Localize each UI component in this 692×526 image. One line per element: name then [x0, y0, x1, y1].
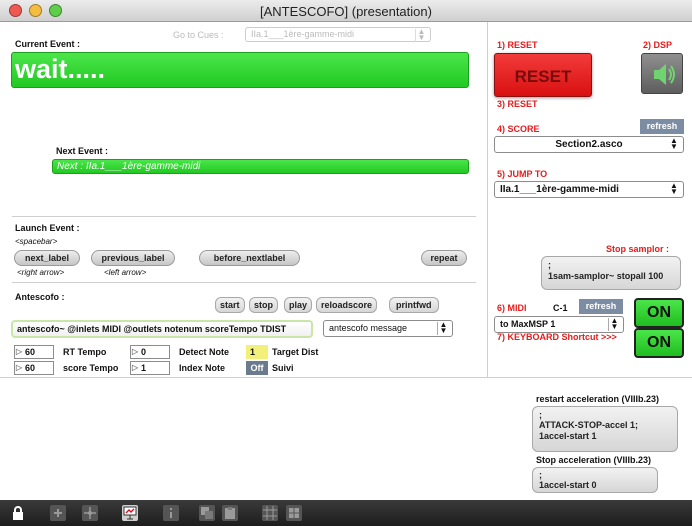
move-icon[interactable]: [82, 505, 98, 521]
before-nextlabel-button[interactable]: before_nextlabel: [199, 250, 300, 266]
reset3-step-label: 3) RESET: [497, 99, 538, 109]
midi-step-label: 6) MIDI: [497, 303, 527, 313]
score-file-value: Section2.asco: [555, 139, 623, 150]
target-dist-number: 1: [246, 345, 268, 359]
info-icon[interactable]: [163, 505, 179, 521]
next-event-label: Next Event :: [56, 146, 109, 156]
plus-icon[interactable]: [50, 505, 66, 521]
rt-tempo-label: RT Tempo: [63, 347, 107, 357]
title-bar: [ANTESCOFO] (presentation): [0, 0, 692, 22]
patcher-canvas: Current Event : Go to Cues : IIa.1___1èr…: [0, 22, 692, 500]
midi-output-menu[interactable]: to MaxMSP 1 ▲ ▼: [494, 316, 624, 333]
restart-line3: 1accel-start 1: [539, 431, 597, 441]
next-label-button[interactable]: next_label: [14, 250, 80, 266]
restart-line2: ATTACK-STOP-accel 1;: [539, 420, 639, 430]
keyboard-on-button[interactable]: ON: [634, 328, 684, 358]
goto-cues-value: IIa.1___1ère-gamme-midi: [251, 29, 355, 39]
antescofo-object-text: antescofo~ @inlets MIDI @outlets notenum…: [17, 324, 287, 334]
reset-button-label: RESET: [514, 67, 572, 86]
current-event-display: wait.....: [11, 52, 469, 88]
reset-step-label: 1) RESET: [497, 40, 538, 50]
launch-divider: [12, 216, 476, 217]
stop-acceleration-message[interactable]: ; 1accel-start 0: [532, 467, 658, 493]
current-event-value: wait.....: [15, 54, 106, 84]
midi-on-button[interactable]: ON: [634, 298, 684, 328]
stop-samplor-label: Stop samplor :: [606, 244, 670, 254]
copy-icon[interactable]: [199, 505, 215, 521]
goto-cues-menu[interactable]: IIa.1___1ère-gamme-midi ▲ ▼: [245, 27, 431, 42]
midi-channel-label: C-1: [553, 303, 568, 313]
midi-output-value: to MaxMSP 1: [500, 319, 556, 329]
antescofo-divider: [12, 282, 476, 283]
next-event-value: Next : IIa.1___1ère-gamme-midi: [57, 161, 201, 172]
reset-button[interactable]: RESET: [494, 53, 592, 97]
chevron-updown-icon: ▲ ▼: [437, 321, 449, 335]
target-dist-label: Target Dist: [272, 347, 319, 357]
score-step-label: 4) SCORE: [497, 124, 540, 134]
suivi-toggle[interactable]: Off: [246, 361, 268, 375]
dsp-button[interactable]: [641, 53, 683, 94]
stop-samplor-line2: 1sam-samplor~ stopall 100: [548, 271, 664, 281]
goto-cues-label: Go to Cues :: [173, 30, 224, 40]
index-note-label: Index Note: [179, 363, 226, 373]
speaker-icon: [654, 64, 675, 85]
reloadscore-button[interactable]: reloadscore: [316, 297, 378, 313]
current-event-label: Current Event :: [15, 39, 81, 49]
score-file-menu[interactable]: Section2.asco ▲ ▼: [494, 136, 684, 153]
play-button[interactable]: play: [284, 297, 313, 313]
restart-line1: ;: [539, 410, 542, 420]
midi-refresh-button[interactable]: refresh: [579, 299, 623, 314]
jump-to-menu[interactable]: IIa.1___1ère-gamme-midi ▲ ▼: [494, 181, 684, 198]
dsp-step-label: 2) DSP: [643, 40, 673, 50]
patcher-toolbar: [0, 500, 692, 526]
next-event-display: Next : IIa.1___1ère-gamme-midi: [52, 159, 469, 174]
launch-event-label: Launch Event :: [15, 223, 80, 233]
presentation-icon[interactable]: [122, 505, 138, 521]
keyboard-shortcut-label: 7) KEYBOARD Shortcut >>>: [497, 332, 617, 342]
stop-button[interactable]: stop: [249, 297, 278, 313]
stop-samplor-line1: ;: [548, 260, 551, 270]
previous-label-button[interactable]: previous_label: [91, 250, 175, 266]
paste-icon[interactable]: [222, 505, 238, 521]
right-arrow-hint: <right arrow>: [17, 268, 65, 277]
score-tempo-number[interactable]: 60: [14, 361, 54, 375]
score-refresh-button[interactable]: refresh: [640, 119, 684, 134]
stop-line1: ;: [539, 470, 542, 480]
antescofo-message-value: antescofo message: [329, 323, 408, 333]
jump-to-value: IIa.1___1ère-gamme-midi: [500, 184, 619, 195]
window-title: [ANTESCOFO] (presentation): [260, 4, 432, 19]
column-divider: [487, 22, 488, 377]
bottom-divider: [0, 377, 692, 378]
antescofo-object-box[interactable]: antescofo~ @inlets MIDI @outlets notenum…: [11, 320, 313, 338]
index-note-number[interactable]: 1: [130, 361, 170, 375]
grid-icon[interactable]: [262, 505, 278, 521]
spacebar-hint: <spacebar>: [15, 237, 58, 246]
stop-samplor-message[interactable]: ; 1sam-samplor~ stopall 100: [541, 256, 681, 290]
restart-acceleration-message[interactable]: ; ATTACK-STOP-accel 1; 1accel-start 1: [532, 406, 678, 452]
score-tempo-label: score Tempo: [63, 363, 119, 373]
left-arrow-hint: <left arrow>: [104, 268, 147, 277]
stop-line2: 1accel-start 0: [539, 480, 597, 490]
antescofo-label: Antescofo :: [15, 292, 65, 302]
rt-tempo-number[interactable]: 60: [14, 345, 54, 359]
printfwd-button[interactable]: printfwd: [389, 297, 439, 313]
chevron-updown-icon: ▲ ▼: [415, 28, 427, 42]
chevron-updown-icon: ▲ ▼: [608, 317, 620, 331]
detect-note-label: Detect Note: [179, 347, 230, 357]
lock-icon[interactable]: [10, 505, 26, 521]
chevron-updown-icon: ▲ ▼: [670, 181, 678, 196]
snap-icon[interactable]: [286, 505, 302, 521]
repeat-button[interactable]: repeat: [421, 250, 467, 266]
start-button[interactable]: start: [215, 297, 245, 313]
chevron-updown-icon: ▲ ▼: [670, 136, 678, 151]
detect-note-number[interactable]: 0: [130, 345, 170, 359]
stop-acceleration-label: Stop acceleration (VIIIb.23): [536, 455, 652, 465]
antescofo-message-menu[interactable]: antescofo message ▲ ▼: [323, 320, 453, 337]
restart-acceleration-label: restart acceleration (VIIIb.23): [536, 394, 660, 404]
suivi-label: Suivi: [272, 363, 294, 373]
jump-to-step-label: 5) JUMP TO: [497, 169, 548, 179]
